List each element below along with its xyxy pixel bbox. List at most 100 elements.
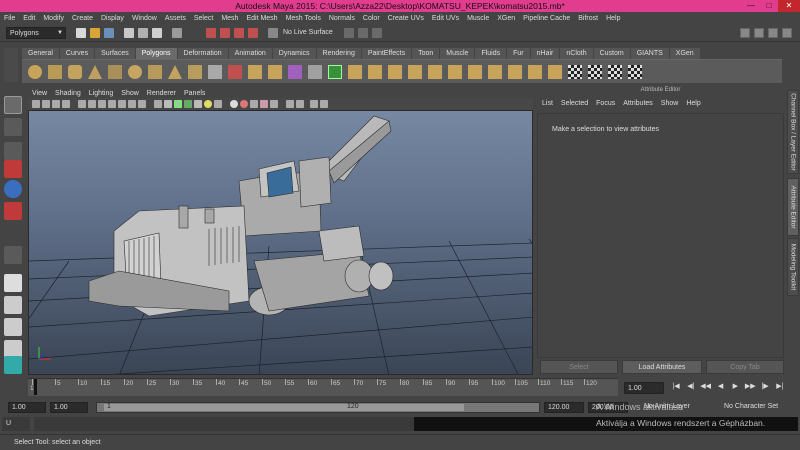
resolution-gate-icon[interactable]: [98, 100, 106, 108]
current-time-marker[interactable]: [34, 379, 37, 395]
menu-normals[interactable]: Normals: [329, 15, 355, 22]
screen-space-ao-icon[interactable]: [214, 100, 222, 108]
make-live-icon[interactable]: [268, 28, 278, 38]
multisample-aa-icon[interactable]: [240, 100, 248, 108]
viewport-menu-panels[interactable]: Panels: [184, 90, 205, 97]
poke-icon[interactable]: [508, 65, 522, 79]
bevel-icon[interactable]: [428, 65, 442, 79]
menu-modify[interactable]: Modify: [43, 15, 64, 22]
go-to-start-button[interactable]: |◀: [670, 382, 682, 394]
insert-edge-loop-icon[interactable]: [448, 65, 462, 79]
checker-uv-icon[interactable]: [568, 65, 582, 79]
image-plane-icon[interactable]: [62, 100, 70, 108]
poly-plane-icon[interactable]: [108, 65, 122, 79]
shelf-tab-fur[interactable]: Fur: [507, 48, 530, 59]
xray-joints-icon[interactable]: [286, 100, 294, 108]
viewport-menu-shading[interactable]: Shading: [55, 90, 81, 97]
step-back-key-button[interactable]: ◀|: [685, 382, 697, 394]
automatic-uv-icon[interactable]: [588, 65, 602, 79]
safe-title-icon[interactable]: [138, 100, 146, 108]
ae-menu-focus[interactable]: Focus: [596, 100, 615, 111]
select-hierarchy-icon[interactable]: [124, 28, 134, 38]
shelf-tab-surfaces[interactable]: Surfaces: [95, 48, 135, 59]
ae-menu-help[interactable]: Help: [686, 100, 700, 111]
select-object-icon[interactable]: [138, 28, 148, 38]
safe-action-icon[interactable]: [128, 100, 136, 108]
camera-attributes-icon[interactable]: [42, 100, 50, 108]
scale-tool-icon[interactable]: [4, 202, 22, 220]
go-to-end-button[interactable]: ▶|: [774, 382, 786, 394]
shelf-tab-general[interactable]: General: [22, 48, 59, 59]
exposure-icon[interactable]: [320, 100, 328, 108]
shadows-icon[interactable]: [204, 100, 212, 108]
extract-icon[interactable]: [248, 65, 262, 79]
render-icon[interactable]: [372, 28, 382, 38]
shelf-tab-rendering[interactable]: Rendering: [316, 48, 361, 59]
bookmarks-icon[interactable]: [52, 100, 60, 108]
shelf-tab-xgen[interactable]: XGen: [669, 48, 700, 59]
shelf-tab-painteffects[interactable]: PaintEffects: [361, 48, 412, 59]
ae-select-button[interactable]: Select: [540, 360, 618, 374]
outliner-layout-icon[interactable]: [4, 318, 22, 336]
tab-channel-box[interactable]: Channel Box / Layer Editor: [787, 90, 799, 174]
viewport-menu-view[interactable]: View: [32, 90, 47, 97]
select-camera-icon[interactable]: [32, 100, 40, 108]
attribute-editor-toggle-icon[interactable]: [754, 28, 764, 38]
menu-color[interactable]: Color: [363, 15, 380, 22]
poly-prism-icon[interactable]: [148, 65, 162, 79]
shelf-tab-curves[interactable]: Curves: [59, 48, 95, 59]
lasso-tool-icon[interactable]: [4, 118, 22, 136]
menu-pipeline-cache[interactable]: Pipeline Cache: [523, 15, 570, 22]
playback-start-field[interactable]: 1.00: [50, 402, 88, 413]
ae-load-attributes-button[interactable]: Load Attributes: [622, 360, 702, 374]
menu-help[interactable]: Help: [606, 15, 620, 22]
viewport-menu-renderer[interactable]: Renderer: [147, 90, 176, 97]
separate-icon[interactable]: [228, 65, 242, 79]
menu-mesh-tools[interactable]: Mesh Tools: [286, 15, 321, 22]
xray-icon[interactable]: [270, 100, 278, 108]
step-forward-frame-button[interactable]: ▶▶: [744, 382, 756, 394]
offset-edge-loop-icon[interactable]: [468, 65, 482, 79]
tool-settings-toggle-icon[interactable]: [768, 28, 778, 38]
render-view-icon[interactable]: [358, 28, 368, 38]
boolean-difference-icon[interactable]: [308, 65, 322, 79]
isolate-select-icon[interactable]: [260, 100, 268, 108]
shelf-tab-animation[interactable]: Animation: [228, 48, 272, 59]
planar-uv-icon[interactable]: [548, 65, 562, 79]
snap-plane-icon[interactable]: [248, 28, 258, 38]
wedge-icon[interactable]: [528, 65, 542, 79]
command-input[interactable]: [34, 417, 414, 431]
snap-curve-icon[interactable]: [220, 28, 230, 38]
tab-attribute-editor[interactable]: Attribute Editor: [787, 178, 799, 236]
shelf-tab-deformation[interactable]: Deformation: [177, 48, 228, 59]
open-scene-icon[interactable]: [90, 28, 100, 38]
minimize-button[interactable]: —: [742, 0, 760, 12]
menu-create-uvs[interactable]: Create UVs: [388, 15, 424, 22]
viewport-menu-lighting[interactable]: Lighting: [89, 90, 114, 97]
history-icon[interactable]: [344, 28, 354, 38]
xray-components-icon[interactable]: [296, 100, 304, 108]
ae-menu-list[interactable]: List: [542, 100, 553, 111]
grid-icon[interactable]: [78, 100, 86, 108]
playback-end-field[interactable]: 120.00: [544, 402, 584, 413]
smooth-icon[interactable]: [268, 65, 282, 79]
selection-mask-icon[interactable]: [172, 28, 182, 38]
show-hide-sidebar-icon[interactable]: [740, 28, 750, 38]
character-set-label[interactable]: No Character Set: [724, 403, 778, 410]
tab-modeling-toolkit[interactable]: Modeling Toolkit: [787, 238, 799, 296]
shelf-tab-nhair[interactable]: nHair: [530, 48, 560, 59]
shelf-tab-ncloth[interactable]: nCloth: [560, 48, 593, 59]
menu-window[interactable]: Window: [132, 15, 157, 22]
menu-edit[interactable]: Edit: [23, 15, 35, 22]
shelf-tab-giants[interactable]: GIANTS: [630, 48, 669, 59]
shelf-tab-dynamics[interactable]: Dynamics: [272, 48, 316, 59]
shelf-tab-toon[interactable]: Toon: [412, 48, 440, 59]
perspective-viewport[interactable]: [28, 110, 533, 375]
play-backwards-button[interactable]: ◀: [715, 382, 727, 394]
new-scene-icon[interactable]: [76, 28, 86, 38]
single-perspective-layout-icon[interactable]: [4, 274, 22, 292]
gamma-icon[interactable]: [310, 100, 318, 108]
menu-bifrost[interactable]: Bifrost: [578, 15, 598, 22]
multi-cut-icon[interactable]: [488, 65, 502, 79]
ae-copy-tab-button[interactable]: Copy Tab: [706, 360, 784, 374]
